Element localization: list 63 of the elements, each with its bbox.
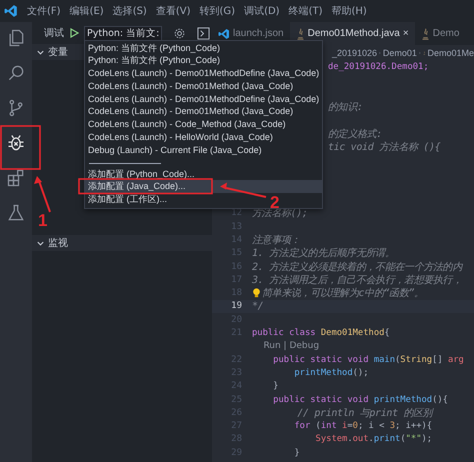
code-line: } — [272, 381, 278, 392]
codelens-link[interactable]: Run | Debug — [252, 341, 320, 352]
menu-option[interactable]: CodeLens (Launch) - HelloWorld (Java_Code) — [85, 131, 276, 144]
terminal-icon[interactable] — [197, 26, 210, 40]
code-line: System.out.print("*"); — [314, 434, 432, 444]
breadcrumb-item[interactable]: Demo01Me — [427, 48, 474, 58]
code-line: de_20191026.Demo01; — [328, 62, 429, 72]
menu-option[interactable]: CodeLens (Launch) - Demo01MethodDefine (Java_Code) — [85, 92, 322, 106]
code-line: 3. 方法调用之后，自己不会执行，若想要执行， — [252, 274, 462, 287]
code-line: 注意事项： — [252, 234, 300, 248]
menu-item[interactable]: 调试(D) — [244, 4, 280, 18]
code-line: for (int i=0; i < 3; i++){ — [293, 421, 432, 432]
menu-item[interactable]: 帮助(H) — [332, 4, 367, 18]
menu-option[interactable]: CodeLens (Launch) - Demo01MethodDefine (Java_Code) — [85, 67, 322, 80]
code-line: // println 与print 的区别 — [296, 406, 432, 420]
code-line: 的定义格式: — [328, 128, 382, 141]
menu-item[interactable]: 终端(T) — [288, 4, 322, 18]
code-line: public static void printMethod(){ — [272, 394, 448, 405]
code-line: */ — [252, 300, 264, 312]
annotation-arrow — [34, 176, 51, 212]
menu-item[interactable]: 查看(V) — [156, 4, 190, 18]
lightbulb-icon[interactable] — [252, 288, 261, 298]
menu-option[interactable]: CodeLens (Launch) - Code_Method (Java_Code) — [85, 118, 289, 132]
menu-option[interactable]: 添加配置 (工作区)... — [85, 193, 170, 206]
menu-item[interactable]: 编辑(E) — [70, 4, 104, 18]
vscode-logo-icon — [4, 4, 18, 18]
play-icon[interactable] — [69, 28, 79, 38]
menu-item[interactable]: 转到(G) — [200, 4, 236, 18]
editor-tab[interactable]: Demo01Method.java × — [290, 22, 415, 45]
menu-option[interactable]: CodeLens (Launch) - Demo01Method (Java_Code) — [85, 80, 296, 93]
menu-item[interactable]: 文件(F) — [27, 4, 61, 18]
code-line: 的知识: — [328, 101, 363, 114]
menu-option[interactable]: 添加配置 (Java_Code)... — [85, 180, 322, 194]
annotation-box — [0, 125, 41, 170]
code-line: 简单来说，可以理解为c中的“函数”。 — [262, 286, 424, 300]
menu-item[interactable]: 选择(S) — [112, 4, 147, 18]
code-line: public class Demo01Method{ — [252, 328, 390, 338]
vscode-icon — [218, 28, 230, 40]
section-header[interactable]: 监视 — [32, 235, 212, 251]
code-line: tic void 方法名称 (){ — [328, 140, 440, 154]
settings-icon[interactable] — [173, 26, 186, 40]
menu-option[interactable]: CodeLens (Launch) - Demo01Method (Java_Code) — [85, 105, 296, 118]
line-number: 19 — [230, 301, 243, 312]
code-line: public static void main(String[] arg — [272, 354, 464, 365]
extensions-icon — [6, 168, 26, 188]
code-line: printMethod(); — [293, 368, 369, 378]
code-line: 2. 方法定义必须是挨着的，不能在一个方法的内 — [252, 260, 462, 274]
breadcrumb-item[interactable]: Demo01 — [382, 48, 417, 58]
flask-icon — [6, 203, 26, 223]
menu-option[interactable]: 添加配置 (Python_Code)... — [85, 168, 198, 180]
menu-option[interactable]: Debug (Launch) - Current File (Java_Code) — [85, 144, 265, 157]
java-icon — [296, 28, 305, 40]
java-icon — [420, 28, 430, 40]
menu-option[interactable]: Python: 当前文件 (Python_Code) — [85, 54, 224, 68]
code-line: 1. 方法定义的先后顺序无所谓。 — [252, 246, 394, 260]
annotation-number: 1 — [38, 211, 48, 230]
search-icon — [6, 63, 26, 83]
config-dropdown[interactable]: Python: 当前文: — [84, 26, 162, 40]
code-line: } — [293, 448, 300, 458]
annotation-arrow — [220, 182, 266, 198]
bug-icon — [6, 133, 26, 153]
panel-title: 调试 — [44, 26, 64, 40]
breadcrumb-item[interactable]: _20191026 — [332, 48, 378, 58]
